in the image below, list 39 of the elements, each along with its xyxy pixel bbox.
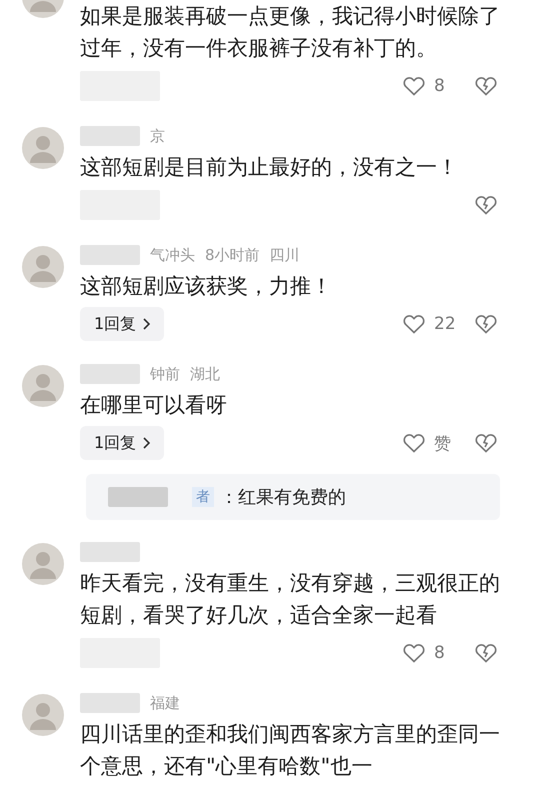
comment-meta: 气冲头 [150, 246, 195, 264]
like-count: 8 [434, 76, 446, 96]
comment-text: 这部短剧应该获奖，力推！ [80, 273, 333, 300]
comment-text: 在哪里可以看呀 [80, 392, 228, 419]
heart-icon[interactable] [402, 641, 426, 665]
comment-meta: 京 [150, 126, 165, 146]
reply-text: ：红果有免费的 [220, 486, 346, 509]
blurred-block [80, 693, 140, 713]
username-tag: 者 [192, 487, 214, 507]
chevron-icon [142, 437, 150, 449]
heart-icon[interactable] [402, 431, 426, 455]
comment-text: 昨天看完，没有重生，没有穿越，三观很正的短剧，看哭了好几次，适合全家一起看 [80, 570, 501, 629]
comment-text: 如果是服装再破一点更像，我记得小时候除了过年，没有一件衣服裤子没有补丁的。 [80, 3, 501, 62]
comment-text: 四川话里的歪和我们闽西客家方言里的歪同一个意思，还有"心里有哈数"也一 [80, 721, 501, 780]
reply-preview[interactable]: 者 ：红果有免费的 [86, 474, 500, 520]
like-count: 8 [434, 643, 446, 663]
heart-icon[interactable] [402, 74, 426, 98]
heart-icon[interactable] [402, 312, 426, 336]
comment-meta: 钟前 [150, 364, 180, 384]
broken-heart-icon[interactable] [474, 74, 498, 98]
like-count: 赞 [434, 432, 452, 454]
like-count: 22 [434, 314, 457, 334]
comment-text: 这部短剧是目前为止最好的，没有之一！ [80, 154, 459, 181]
blurred-block [80, 126, 140, 146]
comment-meta: 湖北 [190, 364, 220, 384]
broken-heart-icon[interactable] [474, 193, 498, 217]
chevron-icon [142, 318, 150, 330]
blurred-block [80, 364, 140, 384]
blurred-block [80, 542, 140, 562]
comment-meta: 8小时前 [205, 246, 260, 264]
broken-heart-icon[interactable] [474, 431, 498, 455]
blurred-block [108, 487, 168, 507]
replies-button[interactable]: 1回复 [80, 307, 164, 341]
comment-meta: 四川 [270, 246, 300, 264]
replies-button[interactable]: 1回复 [80, 426, 164, 460]
broken-heart-icon[interactable] [474, 641, 498, 665]
comment-meta: 福建 [150, 694, 180, 712]
broken-heart-icon[interactable] [474, 312, 498, 336]
blurred-block [80, 245, 140, 265]
